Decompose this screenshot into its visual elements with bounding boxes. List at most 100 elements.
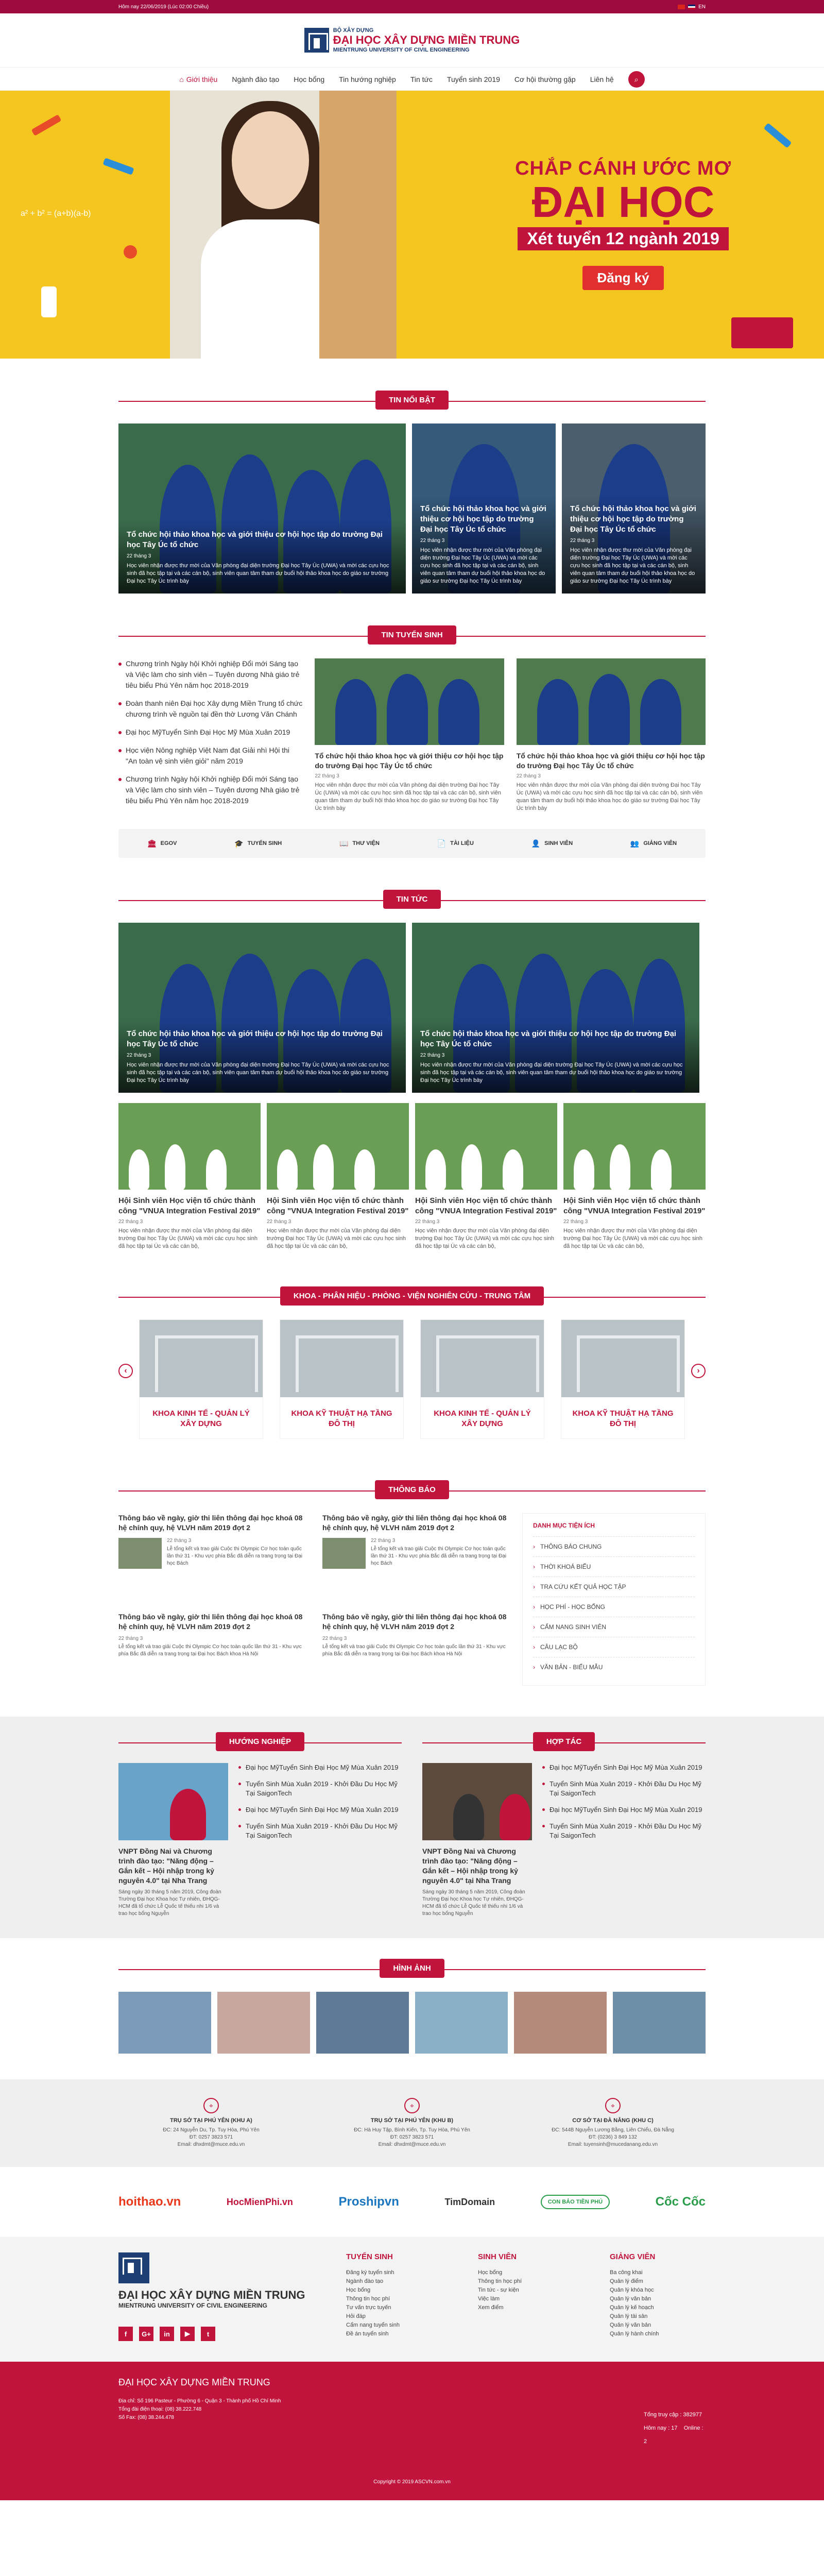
utility-item[interactable]: VĂN BẢN - BIỂU MẪU [533,1657,695,1677]
linkedin-icon[interactable]: in [160,2327,174,2341]
footer-link[interactable]: Xem điểm [478,2303,574,2312]
list-item[interactable]: Đại học MỹTuyển Sinh Đại Học Mỹ Mùa Xuân… [118,727,302,738]
footer-link[interactable]: Quản lý khóa học [610,2286,706,2295]
site-logo[interactable]: BỘ XÂY DỰNG ĐẠI HỌC XÂY DỰNG MIỀN TRUNG … [304,27,520,53]
featured-card[interactable]: Tổ chức hội thảo khoa học và giới thiệu … [118,423,406,594]
announcement-item[interactable]: Thông báo về ngày, giờ thi liên thông đạ… [118,1612,306,1686]
announcement-title[interactable]: Thông báo về ngày, giờ thi liên thông đạ… [118,1513,306,1533]
news-card[interactable]: Hội Sinh viên Học viện tổ chức thành côn… [415,1103,557,1250]
youtube-icon[interactable]: ▶ [180,2327,195,2341]
news-title[interactable]: Tổ chức hội thảo khoa học và giới thiệu … [315,751,504,771]
quick-link-thu-vien[interactable]: 📖 THƯ VIỆN [339,839,380,848]
utility-item[interactable]: THÔNG BÁO CHUNG [533,1536,695,1556]
news-title[interactable]: Tổ chức hội thảo khoa học và giới thiệu … [127,530,398,550]
news-card[interactable]: Tổ chức hội thảo khoa học và giới thiệu … [412,923,699,1093]
news-title[interactable]: Hội Sinh viên Học viện tổ chức thành côn… [118,1196,261,1216]
footer-link[interactable]: Cẩm nang tuyển sinh [346,2321,442,2330]
list-item[interactable]: Đại học MỹTuyển Sinh Đại Học Mỹ Mùa Xuân… [542,1763,706,1772]
gallery-photo[interactable] [217,1992,310,2054]
announcement-item[interactable]: Thông báo về ngày, giờ thi liên thông đạ… [118,1513,306,1597]
english-flag-icon[interactable] [688,4,696,9]
facebook-icon[interactable]: f [118,2327,133,2341]
gallery-photo[interactable] [613,1992,706,2054]
footer-link[interactable]: Đăng ký tuyển sinh [346,2268,442,2277]
article-title[interactable]: VNPT Đồng Nai và Chương trình đào tạo: "… [118,1846,228,1886]
footer-link[interactable]: Đề án tuyển sinh [346,2330,442,2338]
list-item[interactable]: Tuyển Sinh Mùa Xuân 2019 - Khởi Đầu Du H… [238,1780,402,1798]
utility-item[interactable]: CÂU LẠC BỘ [533,1637,695,1657]
list-item[interactable]: Tuyển Sinh Mùa Xuân 2019 - Khởi Đầu Du H… [542,1822,706,1840]
news-title[interactable]: Hội Sinh viên Học viện tổ chức thành côn… [415,1196,557,1216]
carousel-next-button[interactable]: › [691,1364,706,1378]
list-item[interactable]: Đại học MỹTuyển Sinh Đại Học Mỹ Mùa Xuân… [542,1805,706,1815]
partner-logo[interactable]: hoithao.vn [118,2195,181,2209]
faculty-card[interactable]: KHOA KỸ THUẬT HẠ TẦNG ĐÔ THỊ [280,1319,404,1439]
footer-link[interactable]: Thông tin học phí [478,2277,574,2286]
gallery-photo[interactable] [514,1992,607,2054]
featured-card[interactable]: Tổ chức hội thảo khoa học và giới thiệu … [412,423,556,594]
list-item[interactable]: Chương trình Ngày hội Khởi nghiệp Đổi mớ… [118,774,302,806]
footer-link[interactable]: Quản lý văn bản [610,2295,706,2303]
nav-item-gioi-thieu[interactable]: ⌂ Giới thiệu [179,75,217,83]
footer-link[interactable]: Quản lý kế hoạch [610,2303,706,2312]
gallery-photo[interactable] [316,1992,409,2054]
utility-item[interactable]: HỌC PHÍ - HỌC BỔNG [533,1597,695,1617]
career-main-article[interactable]: VNPT Đồng Nai và Chương trình đào tạo: "… [118,1763,228,1918]
utility-item[interactable]: THỜI KHOÁ BIỂU [533,1556,695,1577]
campus-email[interactable]: Email: tuyensinh@mucedanang.edu.vn [520,2141,706,2148]
nav-item-tin-tuc[interactable]: Tin tức [410,75,433,83]
faculty-card[interactable]: KHOA KINH TẾ - QUẢN LÝ XÂY DỰNG [420,1319,544,1439]
news-card[interactable]: Hội Sinh viên Học viện tổ chức thành côn… [563,1103,706,1250]
announcement-title[interactable]: Thông báo về ngày, giờ thi liên thông đạ… [118,1612,306,1632]
news-title[interactable]: Tổ chức hội thảo khoa học và giới thiệu … [420,504,547,535]
utility-item[interactable]: CẨM NANG SINH VIÊN [533,1617,695,1637]
news-card[interactable]: Hội Sinh viên Học viện tổ chức thành côn… [118,1103,261,1250]
footer-link[interactable]: Ba công khai [610,2268,706,2277]
list-item[interactable]: Tuyển Sinh Mùa Xuân 2019 - Khởi Đầu Du H… [238,1822,402,1840]
footer-link[interactable]: Việc làm [478,2295,574,2303]
quick-link-egov[interactable]: 🏛 EGOV [147,839,177,848]
nav-item-co-hoi[interactable]: Cơ hội thường gặp [514,75,576,83]
quick-link-tuyen-sinh[interactable]: 🎓 TUYỂN SINH [234,839,282,848]
footer-link[interactable]: Tư vấn trực tuyến [346,2303,442,2312]
quick-link-giang-vien[interactable]: 👥 GIẢNG VIÊN [630,839,677,848]
nav-item-tuyen-sinh[interactable]: Tuyển sinh 2019 [447,75,500,83]
nav-item-nganh-dao-tao[interactable]: Ngành đào tạo [232,75,279,83]
footer-link[interactable]: Quản lý tài sản [610,2312,706,2321]
admission-card[interactable]: Tổ chức hội thảo khoa học và giới thiệu … [315,658,504,814]
nav-item-tin-huong-nghiep[interactable]: Tin hướng nghiệp [339,75,396,83]
footer-link[interactable]: Quản lý hành chính [610,2330,706,2338]
quick-link-sinh-vien[interactable]: 👤 SINH VIÊN [531,839,573,848]
gallery-photo[interactable] [118,1992,211,2054]
footer-link[interactable]: Học bổng [346,2286,442,2295]
partner-logo[interactable]: HocMienPhi.vn [227,2197,293,2208]
partner-logo[interactable]: Proshipvn [339,2195,399,2209]
news-title[interactable]: Tổ chức hội thảo khoa học và giới thiệu … [420,1029,691,1049]
announcement-title[interactable]: Thông báo về ngày, giờ thi liên thông đạ… [322,1513,510,1533]
vietnam-flag-icon[interactable] [678,4,685,9]
news-card[interactable]: Hội Sinh viên Học viện tổ chức thành côn… [267,1103,409,1250]
gallery-photo[interactable] [415,1992,508,2054]
news-title[interactable]: Tổ chức hội thảo khoa học và giới thiệu … [127,1029,398,1049]
article-title[interactable]: VNPT Đồng Nai và Chương trình đào tạo: "… [422,1846,532,1886]
list-item[interactable]: Đại học MỹTuyển Sinh Đại Học Mỹ Mùa Xuân… [238,1763,402,1772]
news-title[interactable]: Hội Sinh viên Học viện tổ chức thành côn… [563,1196,706,1216]
campus-email[interactable]: Email: dhxdmt@muce.edu.vn [319,2141,505,2148]
news-title[interactable]: Hội Sinh viên Học viện tổ chức thành côn… [267,1196,409,1216]
faculty-card[interactable]: KHOA KỸ THUẬT HẠ TẦNG ĐÔ THỊ [561,1319,685,1439]
footer-link[interactable]: Học bổng [478,2268,574,2277]
announcement-item[interactable]: Thông báo về ngày, giờ thi liên thông đạ… [322,1612,510,1686]
nav-item-lien-he[interactable]: Liên hệ [590,75,614,83]
campus-email[interactable]: Email: dhxdmt@muce.edu.vn [118,2141,304,2148]
news-title[interactable]: Tổ chức hội thảo khoa học và giới thiệu … [570,504,697,535]
announcement-title[interactable]: Thông báo về ngày, giờ thi liên thông đạ… [322,1612,510,1632]
news-title[interactable]: Tổ chức hội thảo khoa học và giới thiệu … [517,751,706,771]
partner-logo[interactable]: Cốc Cốc [656,2195,706,2209]
cooperation-main-article[interactable]: VNPT Đồng Nai và Chương trình đào tạo: "… [422,1763,532,1918]
footer-link[interactable]: Quản lý văn bản [610,2321,706,2330]
announcement-item[interactable]: Thông báo về ngày, giờ thi liên thông đạ… [322,1513,510,1597]
footer-link[interactable]: Hỏi đáp [346,2312,442,2321]
utility-item[interactable]: TRA CỨU KẾT QUẢ HỌC TẬP [533,1577,695,1597]
language-label[interactable]: EN [698,4,706,10]
google-plus-icon[interactable]: G+ [139,2327,153,2341]
